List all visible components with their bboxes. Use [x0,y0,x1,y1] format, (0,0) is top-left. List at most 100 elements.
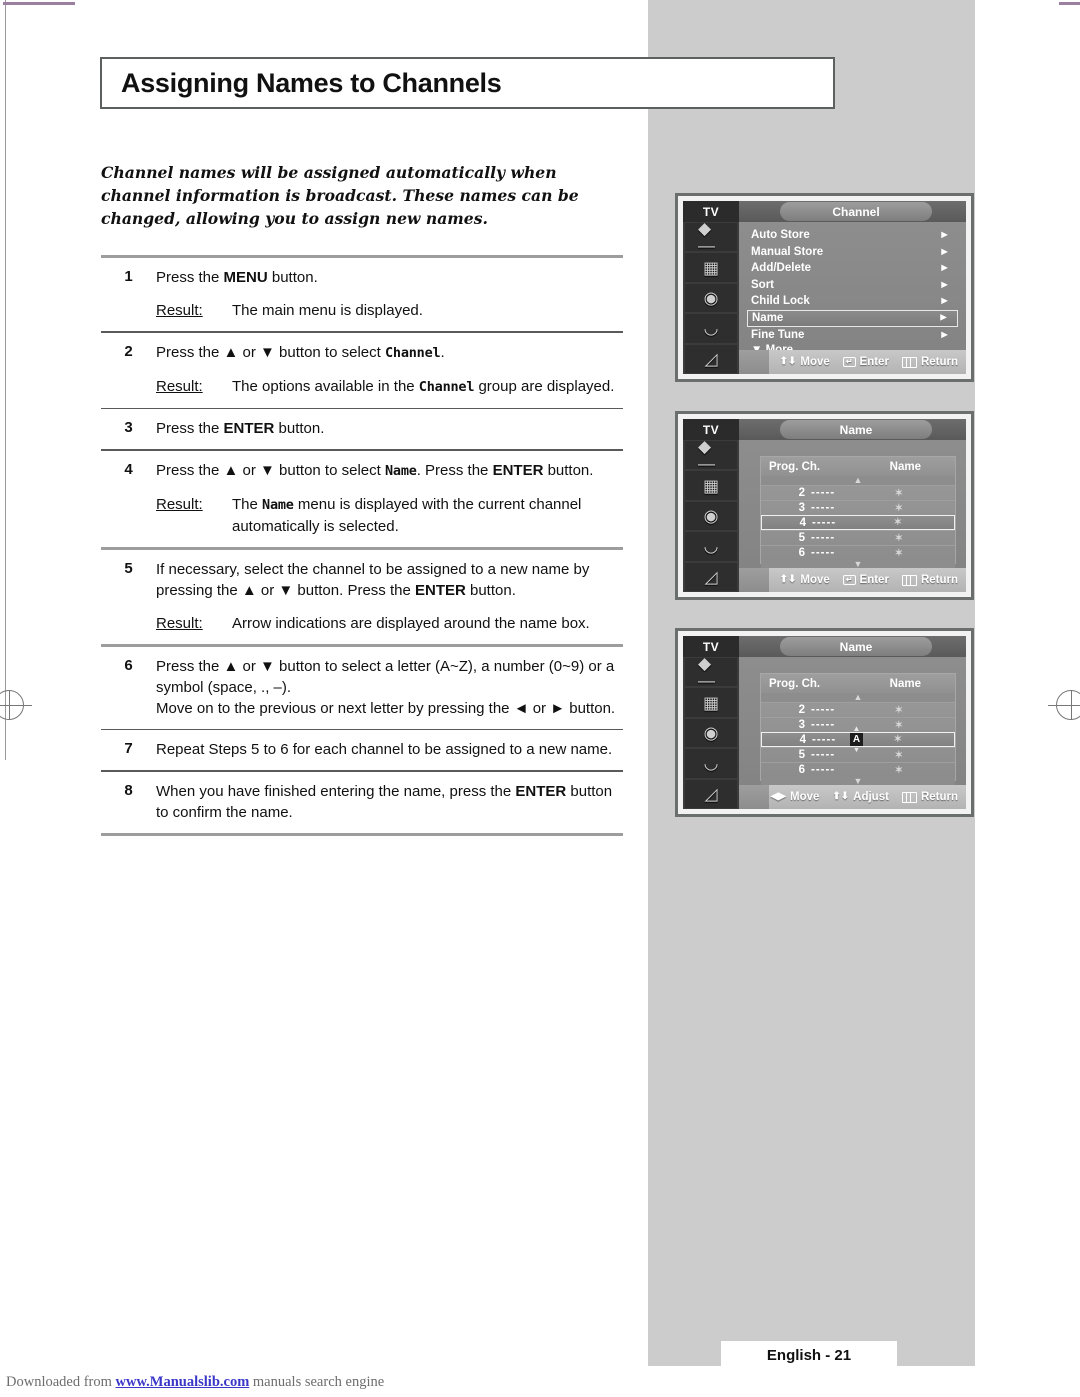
osd-hint-move: ⬆⬇ Move [780,574,830,586]
hint-label: Return [920,356,958,368]
osd-title-bar: TV Name [683,419,966,440]
hint-label: Adjust [853,791,889,803]
remote-icon[interactable]: ◆— [685,658,737,687]
trim-line-left [5,0,6,760]
tv-icon[interactable]: ▦ [685,253,737,282]
registration-mark-left [0,690,32,736]
tv-icon[interactable]: ▦ [685,471,737,500]
result-label: Result: [156,377,203,395]
osd-name-table: Prog. Ch. Name ▲ 2 ----- ✶ 3 ----- ✶ 4 -… [760,673,956,786]
tv-icon[interactable]: ▦ [685,688,737,717]
scroll-up-icon[interactable]: ▲ [761,476,955,485]
osd-hint-return: Return [901,574,958,586]
button-name: ENTER [414,581,466,599]
table-row-selected[interactable]: 4 ----- ✶ [761,515,955,530]
osd-menu-body: Prog. Ch. Name ▲ 2 ----- ✶ 3 ----- ✶ 4 -… [739,657,966,786]
scroll-up-icon[interactable]: ▲ [761,693,955,702]
row-channel: ----- [811,719,836,731]
leftright-arrow-icon: ◀▶ [770,791,786,802]
result-text-pre: The [232,495,263,513]
osd-source-label: TV [683,419,739,440]
eye-icon[interactable]: ◉ [685,501,737,531]
table-row[interactable]: 6 ----- ✶ [761,762,955,777]
step-7: 7 Repeat Steps 5 to 6 for each channel t… [101,730,623,770]
table-row[interactable]: 3 ----- ✶ [761,500,955,515]
step-1: 1 Press the MENU button. Result: The mai… [101,258,623,331]
table-header: Prog. Ch. Name [761,457,955,476]
sound-icon[interactable]: ◡ [685,314,737,343]
chevron-right-icon: ► [939,229,950,241]
osd-menu-item-name[interactable]: Name ► [747,309,958,327]
row-name: ✶ [894,547,903,559]
osd-menu-item-auto-store[interactable]: Auto Store ► [747,227,958,243]
name-character-editor[interactable]: ▲ A ▼ [850,725,910,754]
step-3: 3 Press the ENTER button. [101,409,623,449]
step-number: 6 [124,656,133,674]
step-instruction: Press the ▲ or ▼ button to select Channe… [156,342,623,364]
button-name: ENTER [223,420,275,437]
menu-item-label: Fine Tune [751,329,805,341]
osd-menu-item-child-lock[interactable]: Child Lock ► [747,293,958,309]
menu-name: Name [384,462,417,479]
page-number-box: English - 21 [721,1341,897,1370]
eye-icon[interactable]: ◉ [685,283,737,313]
manualslib-link[interactable]: www.Manualslib.com [116,1374,250,1390]
table-row[interactable]: 5 ----- ✶ [761,747,955,762]
hand-icon[interactable]: ◿ [685,779,737,809]
osd-menu-item-fine-tune[interactable]: Fine Tune ► [747,327,958,343]
step-result: Result: The Name menu is displayed with … [156,494,623,537]
step-text: Press the [156,420,224,437]
step-instruction: Press the ▲ or ▼ button to select Name. … [156,460,623,482]
remote-icon[interactable]: ◆— [685,223,737,252]
table-row[interactable]: 2 ----- ✶ [761,485,955,500]
table-row-selected[interactable]: 4 ----- ✶ ▲ A ▼ [761,725,955,754]
remote-icon[interactable]: ◆— [685,441,737,470]
osd-menu-item-sort[interactable]: Sort ► [747,277,958,293]
osd-screenshot-name-edit: TV Name ◆— ▦ ◉ ◡ ◿ Prog. Ch. Name ▲ 2 --… [675,628,974,817]
hint-label: Move [800,356,830,368]
chevron-right-icon: ► [939,329,950,341]
result-text: The main menu is displayed. [232,302,423,319]
column-header-name: Name [889,678,921,690]
button-name: ENTER [492,461,544,479]
osd-menu-item-manual-store[interactable]: Manual Store ► [747,244,958,260]
table-row[interactable]: 5 ----- ✶ [761,530,955,545]
download-prefix: Downloaded from [6,1374,116,1390]
table-row[interactable]: 2 ----- ✶ [761,702,955,717]
procedure-steps: 1 Press the MENU button. Result: The mai… [101,255,623,836]
osd-title-bar: TV Channel [683,201,966,222]
arrow-up-icon[interactable]: ▲ [850,725,863,733]
row-name: ✶ [894,487,903,499]
result-label: Result: [156,614,203,632]
sound-icon[interactable]: ◡ [685,749,737,778]
step-text: Press the [156,269,224,286]
step-text: button. [465,581,516,599]
sound-icon[interactable]: ◡ [685,532,737,561]
page-title-box: Assigning Names to Channels [100,57,835,109]
menu-item-label: Add/Delete [751,262,812,274]
step-instruction: Repeat Steps 5 to 6 for each channel to … [156,741,613,758]
osd-source-label: TV [683,636,739,657]
row-name: ✶ [894,704,903,716]
menu-name: Channel [418,378,475,395]
step-8: 8 When you have finished entering the na… [101,772,623,833]
result-text: The Name menu is displayed with the curr… [232,494,623,537]
osd-menu-item-add-delete[interactable]: Add/Delete ► [747,260,958,276]
row-channel: ----- [811,532,836,544]
hand-icon[interactable]: ◿ [685,562,737,592]
menu-name: Name [262,496,294,513]
chevron-right-icon: ► [939,295,950,307]
osd-hint-return: Return [901,356,958,368]
eye-icon[interactable]: ◉ [685,718,737,748]
step-text: button. [274,420,325,437]
step-number: 2 [124,342,133,360]
osd-footer-hints: ⬆⬇ Move ↵ Enter Return [739,568,966,592]
chevron-right-icon: ► [939,245,950,258]
row-prog: 3 [798,719,805,731]
table-row[interactable]: 6 ----- ✶ [761,545,955,560]
column-header-prog-ch: Prog. Ch. [769,678,821,690]
page-number-label: English - 21 [766,1347,852,1364]
updown-arrow-icon: ⬆⬇ [779,356,797,367]
step-instruction-line1: Press the ▲ or ▼ button to select a lett… [156,657,615,696]
hand-icon[interactable]: ◿ [685,344,737,374]
